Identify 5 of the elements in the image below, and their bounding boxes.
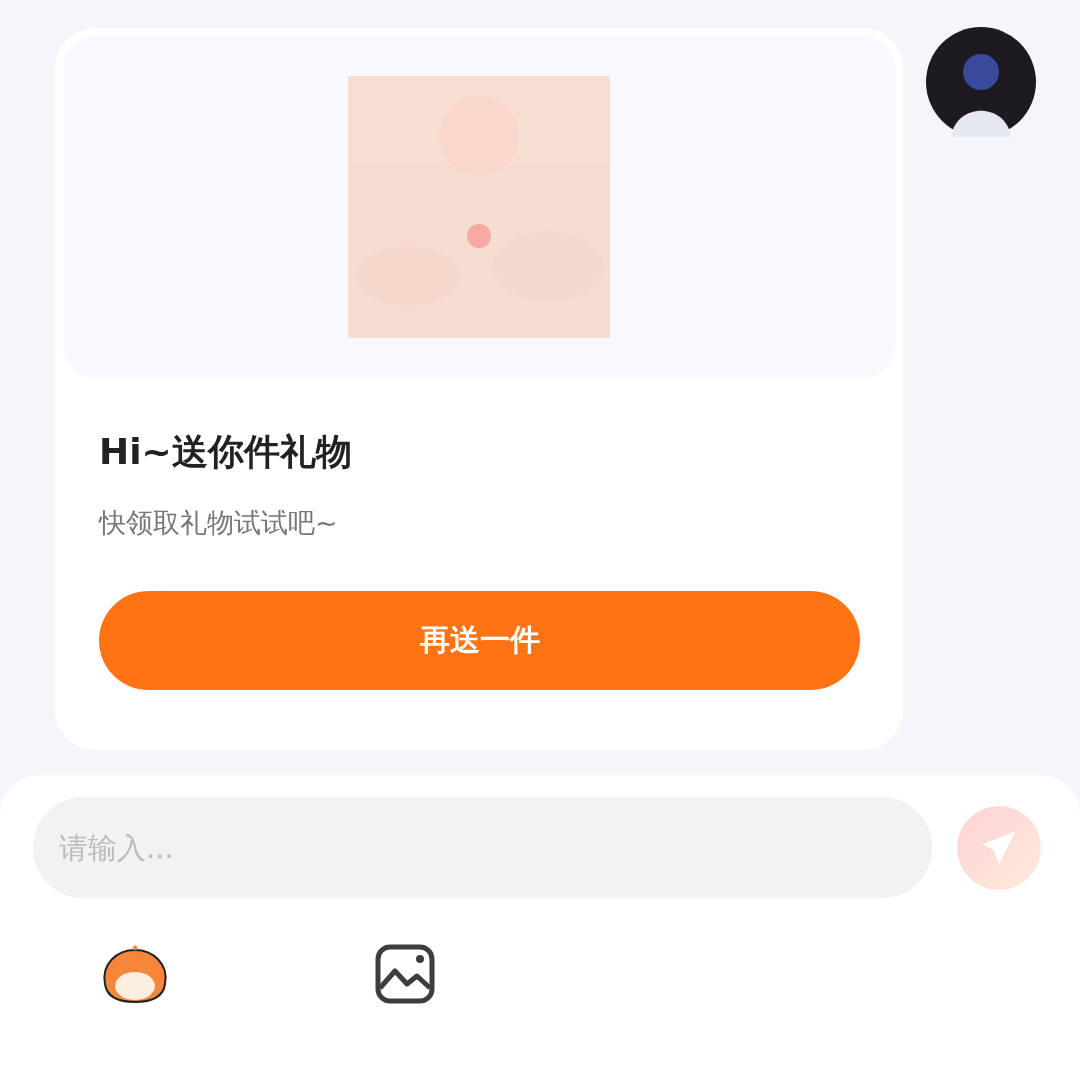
message-title: Hi~送你件礼物 [99,430,353,474]
image-icon[interactable] [375,944,435,1004]
avatar-icon[interactable] [926,27,1036,137]
send-again-button[interactable]: 再送一件 [99,591,860,690]
message-text: 快领取礼物试试吧~ [99,506,339,540]
